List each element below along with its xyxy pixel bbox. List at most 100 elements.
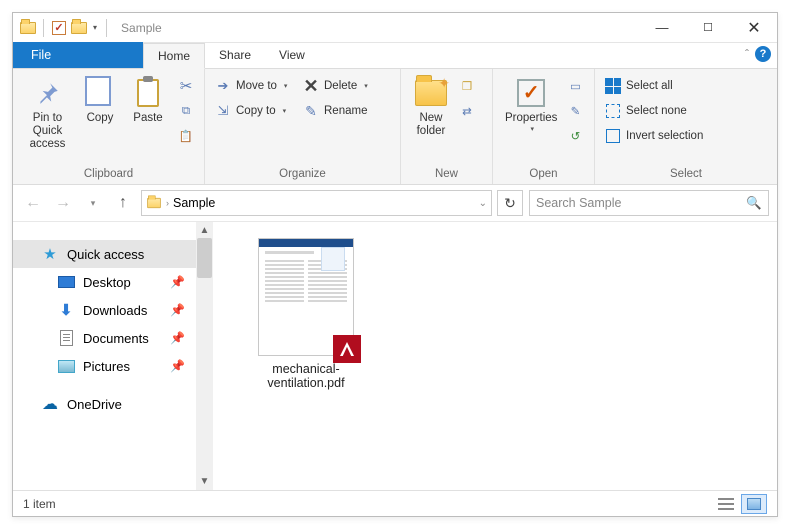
select-none-icon xyxy=(605,103,621,119)
search-icon: 🔍 xyxy=(746,196,762,211)
properties-qat-icon[interactable]: ✓ xyxy=(50,17,68,39)
folder-icon xyxy=(147,198,161,208)
copy-to-icon: ⇲ xyxy=(215,103,231,119)
tab-home[interactable]: Home xyxy=(143,43,205,69)
move-to-button[interactable]: ➔ Move to▾ xyxy=(211,75,299,97)
thumbnail-illustration xyxy=(321,247,345,271)
refresh-button[interactable]: ↻ xyxy=(497,190,523,216)
select-all-icon xyxy=(605,78,621,94)
content-area: ★ Quick access Desktop 📌 ⬇ Downloads 📌 D… xyxy=(13,221,777,490)
up-button[interactable]: ↑ xyxy=(111,191,135,215)
recent-locations-button[interactable]: ▾ xyxy=(81,191,105,215)
open-button[interactable]: ▭ xyxy=(563,75,587,97)
minimize-button[interactable]: — xyxy=(639,13,685,43)
invert-selection-icon xyxy=(605,128,621,144)
select-none-button[interactable]: Select none xyxy=(601,100,707,122)
ribbon: Pin to Quick access Copy Paste ✂ ⧉ 📋 Cli… xyxy=(13,69,777,185)
group-label: Open xyxy=(499,166,588,184)
history-icon: ↺ xyxy=(567,128,583,144)
pin-to-quick-access-button[interactable]: Pin to Quick access xyxy=(19,73,76,156)
rename-button[interactable]: ✎ Rename xyxy=(299,100,383,122)
address-bar[interactable]: › Sample ⌄ xyxy=(141,190,492,216)
tab-file[interactable]: File xyxy=(13,42,143,68)
cut-button[interactable]: ✂ xyxy=(174,75,198,97)
collapse-ribbon-icon[interactable]: ˆ xyxy=(745,47,749,61)
scroll-up-icon[interactable]: ▲ xyxy=(200,225,210,236)
back-button[interactable]: ← xyxy=(21,191,45,215)
details-view-button[interactable] xyxy=(713,494,739,514)
pin-icon: 📌 xyxy=(170,331,185,345)
tree-onedrive[interactable]: ☁ OneDrive xyxy=(13,390,213,418)
close-button[interactable]: ✕ xyxy=(731,13,777,43)
select-all-button[interactable]: Select all xyxy=(601,75,707,97)
group-label: Select xyxy=(601,166,771,184)
new-folder-qat-icon[interactable] xyxy=(70,17,88,39)
history-button[interactable]: ↺ xyxy=(563,125,587,147)
chevron-down-icon[interactable]: ⌄ xyxy=(479,198,487,209)
invert-selection-button[interactable]: Invert selection xyxy=(601,125,707,147)
tree-downloads[interactable]: ⬇ Downloads 📌 xyxy=(13,296,213,324)
status-bar: 1 item xyxy=(13,490,777,516)
delete-icon: ✕ xyxy=(303,78,319,94)
paste-button[interactable]: Paste xyxy=(124,73,172,129)
tree-documents[interactable]: Documents 📌 xyxy=(13,324,213,352)
search-placeholder: Search Sample xyxy=(536,196,621,210)
copy-path-icon: ⧉ xyxy=(178,103,194,119)
cloud-icon: ☁ xyxy=(41,396,59,412)
details-view-icon xyxy=(718,498,734,510)
edit-button[interactable]: ✎ xyxy=(563,100,587,122)
copy-to-button[interactable]: ⇲ Copy to▾ xyxy=(211,100,299,122)
address-segment[interactable]: Sample xyxy=(173,196,215,210)
scroll-down-icon[interactable]: ▼ xyxy=(200,476,210,487)
pin-icon: 📌 xyxy=(170,359,185,373)
new-folder-icon: ✦ xyxy=(415,77,447,109)
file-pane[interactable]: mechanical-ventilation.pdf xyxy=(213,222,777,490)
scissors-icon: ✂ xyxy=(178,78,194,94)
file-item[interactable]: mechanical-ventilation.pdf xyxy=(241,238,371,390)
properties-button[interactable]: ✓ Properties ▾ xyxy=(499,73,563,138)
file-name: mechanical-ventilation.pdf xyxy=(241,362,371,390)
pictures-icon xyxy=(57,358,75,374)
group-organize: ➔ Move to▾ ⇲ Copy to▾ ✕ Delete▾ ✎ xyxy=(205,69,401,184)
tree-pictures[interactable]: Pictures 📌 xyxy=(13,352,213,380)
item-count: 1 item xyxy=(23,497,56,511)
tree-scrollbar[interactable]: ▲ ▼ xyxy=(196,222,213,490)
qat-customize-icon[interactable]: ▾ xyxy=(90,23,100,32)
desktop-icon xyxy=(57,274,75,290)
copy-button[interactable]: Copy xyxy=(76,73,124,129)
help-icon[interactable]: ? xyxy=(755,46,771,62)
pin-icon xyxy=(32,77,64,109)
tree-desktop[interactable]: Desktop 📌 xyxy=(13,268,213,296)
folder-icon[interactable] xyxy=(19,17,37,39)
copy-path-button[interactable]: ⧉ xyxy=(174,100,198,122)
pin-icon: 📌 xyxy=(170,303,185,317)
paste-shortcut-button[interactable]: 📋 xyxy=(174,125,198,147)
group-label: Organize xyxy=(211,166,394,184)
copy-icon xyxy=(84,77,116,109)
easy-access-button[interactable]: ⇄ xyxy=(455,100,479,122)
forward-button[interactable]: → xyxy=(51,191,75,215)
tab-share[interactable]: Share xyxy=(205,42,265,68)
new-item-button[interactable]: ❒ xyxy=(455,75,479,97)
downloads-icon: ⬇ xyxy=(57,302,75,318)
group-label: Clipboard xyxy=(19,166,198,184)
group-clipboard: Pin to Quick access Copy Paste ✂ ⧉ 📋 Cli… xyxy=(13,69,205,184)
new-folder-button[interactable]: ✦ New folder xyxy=(407,73,455,142)
maximize-button[interactable]: ☐ xyxy=(685,13,731,43)
edit-icon: ✎ xyxy=(567,103,583,119)
large-icons-view-button[interactable] xyxy=(741,494,767,514)
scroll-thumb[interactable] xyxy=(197,238,212,278)
delete-button[interactable]: ✕ Delete▾ xyxy=(299,75,383,97)
view-buttons xyxy=(713,494,767,514)
group-label: New xyxy=(407,166,486,184)
quick-access-toolbar: ✓ ▾ xyxy=(13,17,111,39)
move-to-icon: ➔ xyxy=(215,78,231,94)
tree-quick-access[interactable]: ★ Quick access xyxy=(13,240,213,268)
search-box[interactable]: Search Sample 🔍 xyxy=(529,190,769,216)
navigation-bar: ← → ▾ ↑ › Sample ⌄ ↻ Search Sample 🔍 xyxy=(13,185,777,221)
chevron-right-icon[interactable]: › xyxy=(166,198,169,208)
tab-view[interactable]: View xyxy=(265,42,319,68)
pin-icon: 📌 xyxy=(170,275,185,289)
open-icon: ▭ xyxy=(567,78,583,94)
separator xyxy=(43,19,44,37)
